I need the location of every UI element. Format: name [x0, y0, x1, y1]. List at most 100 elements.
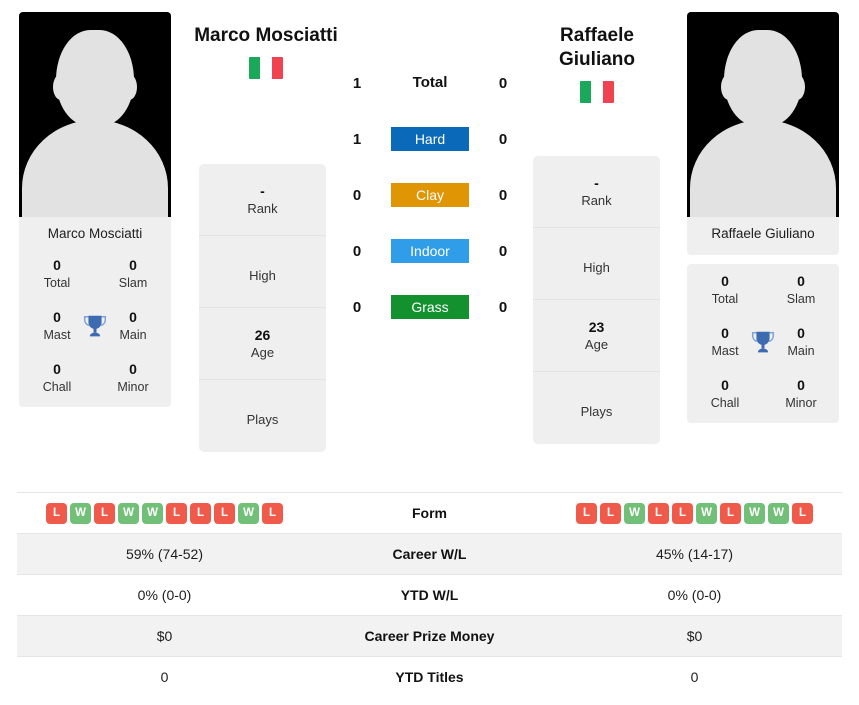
form-badge-w[interactable]: W — [624, 502, 645, 524]
form-badge-w[interactable]: W — [768, 502, 789, 524]
form-badge-w[interactable]: W — [142, 502, 163, 524]
form-badge-l[interactable]: L — [648, 502, 669, 524]
titles-chall-right: 0 Chall — [687, 376, 763, 411]
h2h-score-right: 0 — [498, 186, 508, 204]
h2h-surface-cell-grass: Grass — [374, 295, 486, 319]
form-badge-l[interactable]: L — [600, 502, 621, 524]
titles-chall-value: 0 — [721, 377, 729, 394]
player-info-panel-right: - Rank High 23 Age Plays — [533, 156, 660, 444]
player-titles-box-left: 0 Total 0 Slam 0 Mast 0 Main 0 Chall 0 M… — [19, 248, 171, 408]
career-wl-right: 45% (14-17) — [655, 546, 734, 562]
h2h-score-left: 0 — [352, 186, 362, 204]
titles-minor-label: Minor — [117, 380, 149, 395]
form-badge-l[interactable]: L — [214, 502, 235, 524]
titles-chall-value: 0 — [53, 361, 61, 378]
titles-minor-value: 0 — [797, 377, 805, 394]
surface-badge-hard[interactable]: Hard — [391, 127, 469, 151]
player-photo-right — [687, 12, 839, 217]
career-prize-money-left: $0 — [156, 628, 173, 644]
form-badge-w[interactable]: W — [118, 502, 139, 524]
info-high-label: High — [583, 259, 610, 275]
titles-slam-label: Slam — [786, 291, 816, 306]
titles-minor-value: 0 — [129, 361, 137, 378]
ytd-wl-right: 0% (0-0) — [667, 587, 722, 603]
info-age-value: 23 — [588, 318, 605, 335]
player-name-text-right-line1: Raffaele — [560, 25, 634, 46]
trophy-icon — [83, 315, 107, 337]
table-row-ytd-wl: 0% (0-0) YTD W/L 0% (0-0) — [17, 574, 842, 615]
silhouette-ear-icon — [121, 74, 137, 100]
head-to-head-panel: 1 Total 0 1 Hard 0 0 Clay 0 0 Indoor 0 0… — [340, 55, 520, 335]
h2h-row-grass: 0 Grass 0 — [340, 279, 520, 335]
comparison-table: LWLWWLLLWL Form LLWLLWLWWL 59% (74-52) C… — [17, 492, 842, 697]
row-label-ytd-wl: YTD W/L — [400, 587, 459, 603]
info-rank-label: Rank — [581, 192, 612, 208]
form-badge-w[interactable]: W — [70, 502, 91, 524]
info-row-high: High — [199, 236, 326, 308]
trophy-icon — [751, 331, 775, 353]
career-prize-money-right: $0 — [686, 628, 703, 644]
player-photo-caption-right: Raffaele Giuliano — [711, 226, 815, 241]
h2h-row-hard: 1 Hard 0 — [340, 111, 520, 167]
info-high-label: High — [249, 267, 276, 283]
italy-flag-icon — [580, 81, 614, 104]
form-badge-l[interactable]: L — [94, 502, 115, 524]
titles-total-value: 0 — [53, 257, 61, 273]
titles-slam-value: 0 — [797, 273, 805, 289]
player-titles-box-right: 0 Total 0 Slam 0 Mast 0 Main 0 Chall 0 M… — [687, 264, 839, 424]
titles-grid-right: 0 Total 0 Slam 0 Mast 0 Main 0 Chall 0 M… — [687, 272, 839, 411]
surface-badge-indoor[interactable]: Indoor — [391, 239, 469, 263]
table-row-career-wl: 59% (74-52) Career W/L 45% (14-17) — [17, 533, 842, 574]
titles-total-value: 0 — [721, 273, 729, 289]
silhouette-ear-icon — [789, 74, 805, 100]
titles-grid-left: 0 Total 0 Slam 0 Mast 0 Main 0 Chall 0 M… — [19, 256, 171, 395]
titles-total-label: Total — [711, 291, 739, 306]
silhouette-body-icon — [22, 120, 168, 217]
row-label-career-prize-money: Career Prize Money — [364, 628, 495, 644]
h2h-score-left: 1 — [352, 74, 362, 92]
silhouette-ear-icon — [721, 74, 737, 100]
form-badge-w[interactable]: W — [744, 502, 765, 524]
form-badge-l[interactable]: L — [576, 502, 597, 524]
info-row-age: 23 Age — [533, 300, 660, 372]
surface-badge-clay[interactable]: Clay — [391, 183, 469, 207]
h2h-surface-cell-hard: Hard — [374, 127, 486, 151]
info-age-value: 26 — [254, 326, 271, 343]
info-plays-label: Plays — [246, 412, 279, 428]
titles-total-label: Total — [43, 275, 71, 290]
player-photo-left — [19, 12, 171, 217]
form-badge-w[interactable]: W — [696, 502, 717, 524]
form-badge-l[interactable]: L — [262, 502, 283, 524]
h2h-total-text: Total — [412, 74, 448, 91]
form-badge-l[interactable]: L — [672, 502, 693, 524]
h2h-score-left: 0 — [352, 242, 362, 260]
h2h-label-total: Total — [374, 74, 486, 92]
h2h-score-right: 0 — [498, 130, 508, 148]
form-badge-w[interactable]: W — [238, 502, 259, 524]
player-name-left: Marco Mosciatti — [171, 24, 361, 84]
form-badge-l[interactable]: L — [792, 502, 813, 524]
h2h-surface-cell-clay: Clay — [374, 183, 486, 207]
info-row-high: High — [533, 228, 660, 300]
ytd-titles-left: 0 — [160, 669, 169, 685]
h2h-row-indoor: 0 Indoor 0 — [340, 223, 520, 279]
form-badge-l[interactable]: L — [46, 502, 67, 524]
player-photo-card-right[interactable]: Raffaele Giuliano — [687, 12, 839, 256]
titles-minor-right: 0 Minor — [763, 376, 839, 411]
player-name-right: Raffaele Giuliano — [502, 24, 692, 108]
h2h-score-left: 1 — [352, 130, 362, 148]
surface-badge-grass[interactable]: Grass — [391, 295, 469, 319]
row-label-ytd-titles: YTD Titles — [395, 669, 464, 685]
career-wl-left: 59% (74-52) — [125, 546, 204, 562]
player-photo-card-left[interactable]: Marco Mosciatti — [19, 12, 171, 256]
table-row-ytd-titles: 0 YTD Titles 0 — [17, 656, 842, 697]
h2h-row-total: 1 Total 0 — [340, 55, 520, 111]
h2h-score-right: 0 — [498, 242, 508, 260]
titles-slam-label: Slam — [118, 275, 148, 290]
form-left: LWLWWLLLWL — [17, 502, 312, 524]
form-badge-l[interactable]: L — [190, 502, 211, 524]
form-badge-l[interactable]: L — [166, 502, 187, 524]
table-row-form: LWLWWLLLWL Form LLWLLWLWWL — [17, 492, 842, 533]
h2h-surface-cell-indoor: Indoor — [374, 239, 486, 263]
form-badge-l[interactable]: L — [720, 502, 741, 524]
